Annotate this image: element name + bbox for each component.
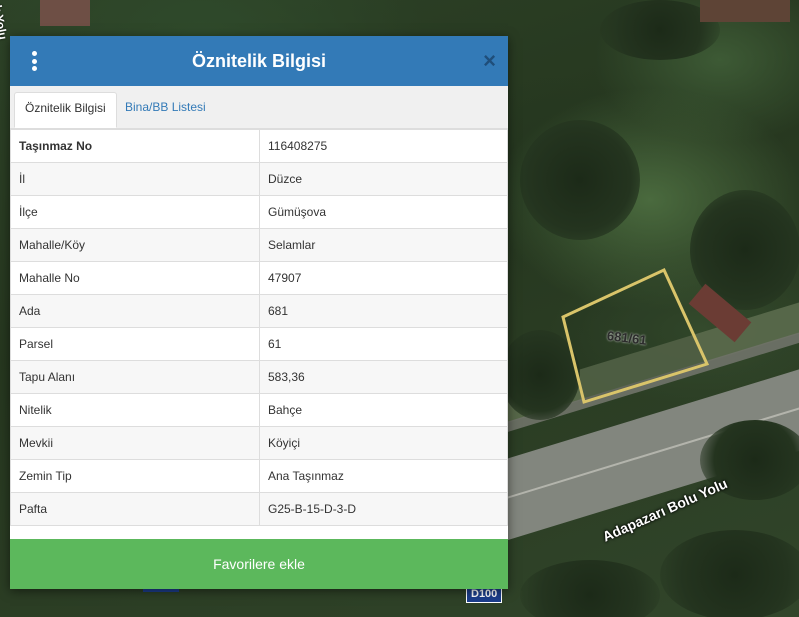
attribute-value: 47907 — [259, 261, 508, 295]
tab-attribute-info[interactable]: Öznitelik Bilgisi — [14, 92, 117, 128]
tab-building-list[interactable]: Bina/BB Listesi — [115, 92, 216, 128]
attribute-value: Bahçe — [259, 393, 508, 427]
table-row: Tapu Alanı 583,36 — [10, 360, 508, 394]
attribute-value: Gümüşova — [259, 195, 508, 229]
attribute-info-dialog: Öznitelik Bilgisi × Öznitelik Bilgisi Bi… — [10, 36, 508, 589]
dialog-header[interactable]: Öznitelik Bilgisi × — [10, 36, 508, 86]
table-row: İlçe Gümüşova — [10, 195, 508, 229]
table-row: Parsel 61 — [10, 327, 508, 361]
attribute-key: Mahalle No — [10, 261, 260, 295]
attribute-value: Ana Taşınmaz — [259, 459, 508, 493]
attribute-key: Pafta — [10, 492, 260, 526]
table-row: Zemin Tip Ana Taşınmaz — [10, 459, 508, 493]
attribute-value: Selamlar — [259, 228, 508, 262]
attribute-value: Düzce — [259, 162, 508, 196]
table-row: Mahalle/Köy Selamlar — [10, 228, 508, 262]
attribute-value: Köyiçi — [259, 426, 508, 460]
table-row: Mevkii Köyiçi — [10, 426, 508, 460]
attribute-value: 583,36 — [259, 360, 508, 394]
table-row: Nitelik Bahçe — [10, 393, 508, 427]
attribute-key: Mahalle/Köy — [10, 228, 260, 262]
attribute-value: 61 — [259, 327, 508, 361]
table-row: Mahalle No 47907 — [10, 261, 508, 295]
add-to-favorites-button[interactable]: Favorilere ekle — [10, 539, 508, 589]
table-row: İl Düzce — [10, 162, 508, 196]
table-row: Pafta G25-B-15-D-3-D — [10, 492, 508, 526]
attribute-key: Zemin Tip — [10, 459, 260, 493]
attribute-key: Mevkii — [10, 426, 260, 460]
attribute-key: İlçe — [10, 195, 260, 229]
attribute-key: Ada — [10, 294, 260, 328]
attribute-value: 116408275 — [259, 129, 508, 163]
dialog-title: Öznitelik Bilgisi — [191, 50, 327, 71]
attribute-table: Taşınmaz No 116408275 İl Düzce İlçe Gümüşova M… — [10, 129, 508, 526]
table-row: Taşınmaz No 116408275 — [10, 129, 508, 163]
kebab-menu-icon[interactable] — [28, 51, 40, 71]
dialog-tabs: Öznitelik Bilgisi Bina/BB Listesi — [10, 86, 508, 129]
attribute-key: İl — [10, 162, 260, 196]
close-icon[interactable]: × — [483, 48, 496, 74]
attribute-key: Parsel — [10, 327, 260, 361]
attribute-key: Tapu Alanı — [10, 360, 260, 394]
attribute-value: 681 — [259, 294, 508, 328]
attribute-key: Nitelik — [10, 393, 260, 427]
attribute-value: G25-B-15-D-3-D — [259, 492, 508, 526]
table-row: Ada 681 — [10, 294, 508, 328]
attribute-key: Taşınmaz No — [10, 129, 260, 163]
